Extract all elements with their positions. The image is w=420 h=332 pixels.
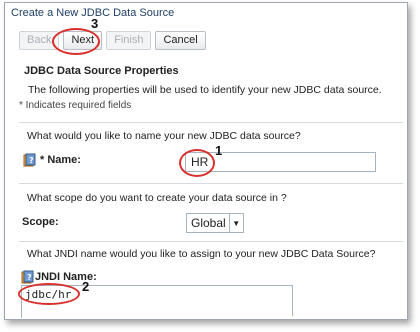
divider — [19, 122, 403, 123]
jndi-question: What JNDI name would you like to assign … — [27, 248, 376, 260]
svg-text:?: ? — [27, 273, 32, 282]
divider — [19, 183, 403, 184]
annotation-circle-next — [52, 28, 100, 55]
help-book-icon[interactable]: ? — [21, 270, 35, 284]
finish-button[interactable]: Finish — [106, 31, 152, 50]
section-heading: JDBC Data Source Properties — [24, 65, 179, 77]
required-note: * Indicates required fields — [19, 100, 132, 111]
annotation-number-2: 2 — [82, 279, 90, 294]
scope-select-value: Global — [191, 216, 226, 230]
name-question: What would you like to name your new JDB… — [27, 130, 301, 142]
annotation-circle-name — [179, 149, 215, 177]
annotation-circle-jndi — [18, 283, 80, 305]
torn-edge-right — [402, 3, 407, 319]
scope-label: Scope: — [22, 216, 59, 228]
cancel-button[interactable]: Cancel — [155, 31, 206, 50]
svg-text:?: ? — [29, 156, 34, 165]
divider — [19, 241, 403, 242]
section-description: The following properties will be used to… — [28, 84, 382, 96]
wizard-toolbar: Back Next Finish Cancel — [19, 31, 206, 51]
annotation-number-3: 3 — [91, 16, 99, 31]
name-label: * Name: — [40, 154, 81, 166]
chevron-down-icon[interactable]: ▼ — [228, 214, 243, 232]
scope-question: What scope do you want to create your da… — [27, 192, 287, 204]
help-book-icon[interactable]: ? — [23, 153, 37, 167]
annotation-number-1: 1 — [215, 143, 223, 158]
dialog-panel: Create a New JDBC Data Source Back Next … — [4, 2, 408, 320]
scope-select[interactable]: Global ▼ — [186, 213, 244, 233]
